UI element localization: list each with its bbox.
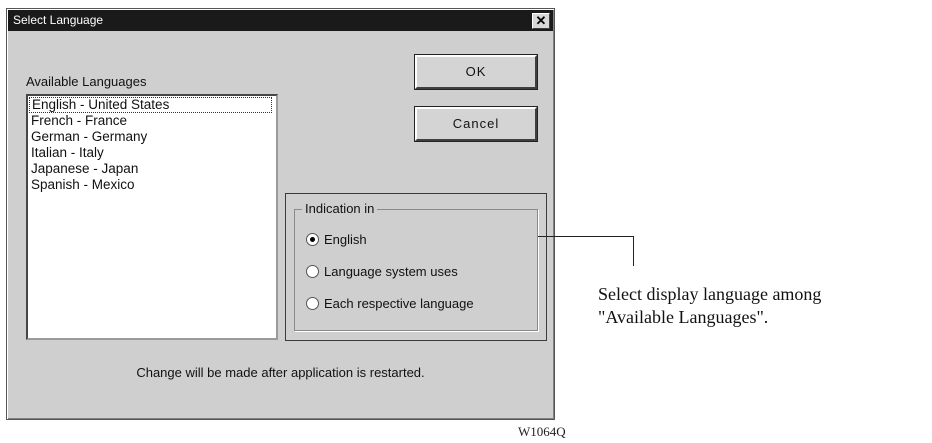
radio-language-system-uses[interactable]: Language system uses [306,264,458,279]
close-button[interactable]: ✕ [532,13,550,29]
radio-unselected-icon[interactable] [306,265,319,278]
list-item[interactable]: Italian - Italy [28,145,276,161]
dialog-title: Select Language [13,13,104,27]
list-item[interactable]: French - France [28,113,276,129]
list-item[interactable]: English - United States [29,97,272,113]
radio-unselected-icon[interactable] [306,297,319,310]
radio-label: Each respective language [324,296,474,311]
list-item[interactable]: German - Germany [28,129,276,145]
radio-selected-icon[interactable] [306,233,319,246]
restart-note: Change will be made after application is… [136,365,425,380]
available-languages-label: Available Languages [26,74,147,89]
annotation-line-1: Select display language among [598,284,822,304]
callout-line [538,236,634,237]
callout-line [633,236,634,266]
annotation-text: Select display language among "Available… [598,283,821,329]
radio-label: Language system uses [324,264,458,279]
radio-each-respective-language[interactable]: Each respective language [306,296,474,311]
close-icon: ✕ [535,13,547,28]
ok-button[interactable]: OK [414,54,538,90]
annotation-line-2: "Available Languages". [598,307,769,327]
cancel-button[interactable]: Cancel [414,106,538,142]
title-bar: Select Language ✕ [8,10,553,31]
radio-label: English [324,232,367,247]
indication-legend: Indication in [302,201,378,216]
list-item[interactable]: Spanish - Mexico [28,177,276,193]
list-item[interactable]: Japanese - Japan [28,161,276,177]
indication-groupbox: Indication in English Language system us… [294,201,538,331]
languages-listbox[interactable]: English - United States French - France … [26,94,278,340]
indication-highlight-frame: Indication in English Language system us… [285,193,547,341]
select-language-dialog: Select Language ✕ Available Languages En… [6,8,555,420]
radio-english[interactable]: English [306,232,367,247]
figure-code: W1064Q [518,424,566,439]
